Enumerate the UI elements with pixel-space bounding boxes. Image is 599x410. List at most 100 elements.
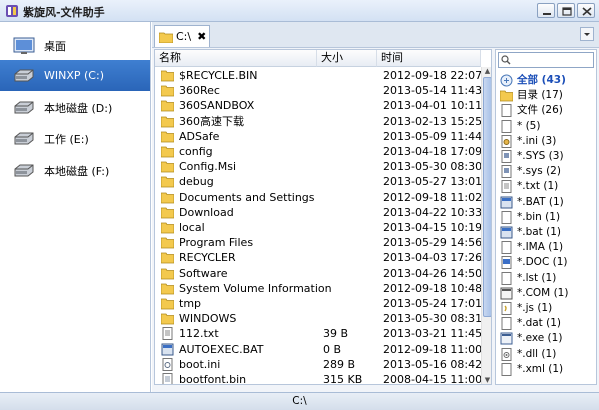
file-row[interactable]: Software 2013-04-26 14:50:31: [155, 266, 491, 281]
file-row[interactable]: AUTOEXEC.BAT 0 B 2012-09-18 11:00:08: [155, 342, 491, 357]
filter-item[interactable]: * (5): [500, 119, 596, 134]
filter-item[interactable]: *.xml (1): [500, 362, 596, 377]
file-row[interactable]: 360高速下载 2013-02-13 15:25:47: [155, 114, 491, 129]
file-row[interactable]: Program Files 2013-05-29 14:56:38: [155, 235, 491, 250]
file-row[interactable]: 360SANDBOX 2013-04-01 10:11:37: [155, 98, 491, 113]
tab-c-drive[interactable]: C:\ ✖: [154, 25, 210, 47]
filter-item-label: *.exe (1): [517, 332, 563, 345]
file-row[interactable]: Config.Msi 2013-05-30 08:30:23: [155, 159, 491, 174]
file-time: 2013-04-15 10:19:15: [383, 221, 492, 234]
sidebar-item-c-drive[interactable]: WINXP (C:): [0, 60, 150, 91]
filter-item[interactable]: *.sys (2): [500, 164, 596, 179]
filter-item[interactable]: *.bin (1): [500, 210, 596, 225]
filter-item-label: *.dll (1): [517, 347, 557, 360]
file-time: 2013-02-13 15:25:47: [383, 114, 492, 128]
column-header-size[interactable]: 大小: [317, 50, 377, 67]
filter-item-label: * (5): [517, 119, 541, 132]
title-bar: 紫旋风-文件助手: [0, 0, 599, 22]
file-time: 2012-09-18 11:02:17: [383, 190, 492, 204]
scroll-down-arrow[interactable]: ▼: [482, 376, 491, 384]
drive-icon: [14, 164, 34, 176]
folder-icon: [161, 237, 174, 249]
file-row[interactable]: bootfont.bin 315 KB 2008-04-15 11:00:00: [155, 372, 491, 385]
tab-close-button[interactable]: ✖: [197, 30, 206, 43]
file-row[interactable]: WINDOWS 2013-05-30 08:31:18: [155, 311, 491, 326]
file-row[interactable]: RECYCLER 2013-04-03 17:26:57: [155, 250, 491, 265]
filter-item-label: *.IMA (1): [517, 241, 564, 254]
filter-item-label: *.sys (2): [517, 165, 561, 178]
filter-item[interactable]: *.SYS (3): [500, 149, 596, 164]
folder-icon: [161, 222, 174, 234]
filter-item[interactable]: *.dll (1): [500, 347, 596, 362]
filter-search-input[interactable]: [513, 54, 591, 66]
minimize-button[interactable]: [537, 3, 555, 18]
file-time: 2013-05-14 11:43:05: [383, 84, 492, 98]
sidebar-item-label: 本地磁盘 (D:): [44, 101, 113, 115]
sidebar-item-desktop[interactable]: 桌面: [0, 30, 150, 61]
tab-list-dropdown[interactable]: [580, 27, 594, 41]
folder-icon: [161, 85, 174, 97]
maximize-button[interactable]: [557, 3, 575, 18]
file-row[interactable]: tmp 2013-05-24 17:01:28: [155, 296, 491, 311]
file-time: 2013-05-30 08:30:23: [383, 160, 492, 174]
filter-item[interactable]: *.lst (1): [500, 271, 596, 286]
filter-item[interactable]: *.ini (3): [500, 134, 596, 149]
file-row[interactable]: Documents and Settings 2012-09-18 11:02:1…: [155, 190, 491, 205]
file-list-scrollbar[interactable]: ▲ ▼: [481, 67, 491, 384]
close-button[interactable]: [577, 3, 595, 18]
file-row[interactable]: $RECYCLE.BIN 2012-09-18 22:07:46: [155, 68, 491, 83]
filter-item-label: *.BAT (1): [517, 195, 564, 208]
filter-item[interactable]: *.dat (1): [500, 316, 596, 331]
file-row[interactable]: config 2013-04-18 17:09:49: [155, 144, 491, 159]
file-time: 2013-05-09 11:44:33: [383, 129, 492, 143]
file-time: 2013-04-26 14:50:31: [383, 266, 492, 280]
file-time: 2013-04-01 10:11:37: [383, 99, 492, 113]
file-row[interactable]: Download 2013-04-22 10:33:27: [155, 205, 491, 220]
filter-item[interactable]: 文件 (26): [500, 103, 596, 118]
file-row[interactable]: 360Rec 2013-05-14 11:43:05: [155, 83, 491, 98]
filter-item[interactable]: *.js (1): [500, 301, 596, 316]
file-row[interactable]: local 2013-04-15 10:19:15: [155, 220, 491, 235]
filter-item[interactable]: *.COM (1): [500, 286, 596, 301]
bat-file-icon: [161, 343, 174, 356]
filter-item[interactable]: *.IMA (1): [500, 240, 596, 255]
drive-sidebar: 桌面 WINXP (C:) 本地磁盘 (D:) 工作 (E:) 本地磁盘 (F:…: [0, 22, 151, 392]
file-row[interactable]: ADSafe 2013-05-09 11:44:33: [155, 129, 491, 144]
sidebar-item-e-drive[interactable]: 工作 (E:): [0, 123, 150, 154]
sidebar-item-f-drive[interactable]: 本地磁盘 (F:): [0, 155, 150, 186]
all-icon: [500, 74, 513, 87]
filter-item[interactable]: *.BAT (1): [500, 195, 596, 210]
close-icon: [582, 7, 592, 16]
filter-item[interactable]: *.DOC (1): [500, 255, 596, 270]
file-row[interactable]: 112.txt 39 B 2013-03-21 11:45:46: [155, 326, 491, 341]
file-list: 名称 大小 时间 $RECYCLE.BIN 2012-09-18 22:07:46…: [154, 49, 492, 385]
file-icon: [501, 271, 512, 285]
filter-item[interactable]: 目录 (17): [500, 88, 596, 103]
file-time: 2013-04-03 17:26:57: [383, 251, 492, 265]
file-name: bootfont.bin: [179, 373, 247, 385]
file-time: 2008-04-15 11:00:00: [383, 373, 492, 385]
filter-item[interactable]: 全部 (43): [500, 73, 596, 88]
file-name: RECYCLER: [179, 251, 236, 265]
file-icon: [501, 104, 512, 118]
window-title: 紫旋风-文件助手: [23, 6, 105, 19]
sidebar-item-d-drive[interactable]: 本地磁盘 (D:): [0, 92, 150, 123]
file-row[interactable]: boot.ini 289 B 2013-05-16 08:42:19: [155, 357, 491, 372]
bat-icon: [500, 226, 513, 239]
file-row[interactable]: debug 2013-05-27 13:01:12: [155, 174, 491, 189]
file-icon: [501, 210, 512, 224]
scroll-up-arrow[interactable]: ▲: [482, 67, 491, 76]
file-name: $RECYCLE.BIN: [179, 69, 258, 82]
status-path: C:\: [292, 395, 307, 407]
filter-search[interactable]: [498, 52, 594, 68]
filter-item[interactable]: *.txt (1): [500, 179, 596, 194]
scroll-thumb[interactable]: [483, 77, 491, 317]
filter-item[interactable]: *.bat (1): [500, 225, 596, 240]
column-header-name[interactable]: 名称: [155, 50, 317, 67]
tab-bar: C:\ ✖: [152, 22, 599, 48]
file-row[interactable]: System Volume Information 2012-09-18 10:4…: [155, 281, 491, 296]
filter-item[interactable]: *.exe (1): [500, 331, 596, 346]
file-time: 2012-09-18 11:00:08: [383, 342, 492, 356]
folder-icon: [161, 268, 174, 279]
column-header-time[interactable]: 时间: [377, 50, 481, 67]
